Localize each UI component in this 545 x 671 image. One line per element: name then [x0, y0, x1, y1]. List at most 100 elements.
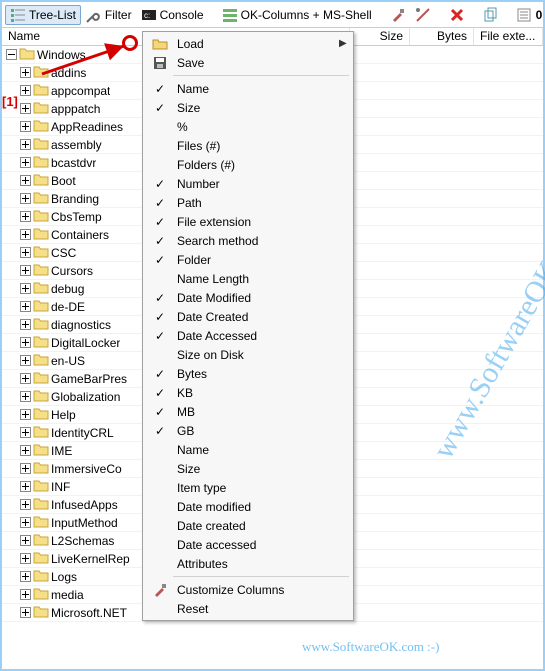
menu-item-size-on-disk[interactable]: Size on Disk [145, 345, 351, 364]
menu-item-file-extension[interactable]: ✓File extension [145, 212, 351, 231]
menu-save[interactable]: Save [145, 53, 351, 72]
menu-item-files-[interactable]: Files (#) [145, 136, 351, 155]
menu-item-date-created[interactable]: ✓Date Created [145, 307, 351, 326]
expand-icon[interactable] [20, 193, 31, 204]
menu-item-date-accessed[interactable]: ✓Date Accessed [145, 326, 351, 345]
expand-icon[interactable] [20, 67, 31, 78]
folder-icon [33, 604, 49, 621]
expand-icon[interactable] [20, 373, 31, 384]
menu-item-label: Attributes [177, 557, 333, 571]
expand-icon[interactable] [20, 175, 31, 186]
menu-item-label: GB [177, 424, 333, 438]
menu-item-name[interactable]: Name [145, 440, 351, 459]
console-icon: c: [141, 7, 157, 23]
menu-item-date-accessed[interactable]: Date accessed [145, 535, 351, 554]
menu-item-label: Date Accessed [177, 329, 333, 343]
menu-item-name[interactable]: ✓Name [145, 79, 351, 98]
column-bytes[interactable]: Bytes [410, 28, 474, 45]
menu-item-date-modified[interactable]: Date modified [145, 497, 351, 516]
tool-button-1[interactable] [386, 5, 410, 25]
ok-columns-button[interactable]: OK-Columns + MS-Shell [218, 5, 376, 25]
menu-load[interactable]: Load ▶ [145, 34, 351, 53]
menu-reset[interactable]: Reset [145, 599, 351, 618]
expand-icon[interactable] [20, 247, 31, 258]
folder-label: INF [51, 480, 70, 494]
menu-item-path[interactable]: ✓Path [145, 193, 351, 212]
menu-separator [173, 75, 349, 76]
counter-button[interactable]: 0 [513, 5, 545, 25]
menu-item-size[interactable]: Size [145, 459, 351, 478]
ok-columns-label: OK-Columns + MS-Shell [241, 8, 372, 22]
expand-icon[interactable] [20, 211, 31, 222]
menu-item-label: Date modified [177, 500, 333, 514]
expand-icon[interactable] [20, 535, 31, 546]
expand-icon[interactable] [20, 391, 31, 402]
folder-label: media [51, 588, 84, 602]
copy-button[interactable] [479, 5, 503, 25]
expand-icon[interactable] [20, 499, 31, 510]
expand-icon[interactable] [20, 355, 31, 366]
menu-item-name-length[interactable]: Name Length [145, 269, 351, 288]
menu-item-bytes[interactable]: ✓Bytes [145, 364, 351, 383]
folder-icon [33, 496, 49, 513]
expand-icon[interactable] [20, 85, 31, 96]
x-icon [449, 7, 465, 23]
expand-icon[interactable] [20, 589, 31, 600]
folder-label: CSC [51, 246, 76, 260]
expand-icon[interactable] [20, 157, 31, 168]
expand-icon[interactable] [20, 553, 31, 564]
menu-item-mb[interactable]: ✓MB [145, 402, 351, 421]
expand-icon[interactable] [20, 139, 31, 150]
expand-icon[interactable] [20, 265, 31, 276]
menu-item-gb[interactable]: ✓GB [145, 421, 351, 440]
expand-icon[interactable] [20, 319, 31, 330]
expand-icon[interactable] [20, 517, 31, 528]
column-size[interactable]: Size [350, 28, 410, 45]
menu-item-date-created[interactable]: Date created [145, 516, 351, 535]
expand-icon[interactable] [20, 301, 31, 312]
filter-label: Filter [105, 8, 132, 22]
expand-icon[interactable] [20, 607, 31, 618]
menu-item-size[interactable]: ✓Size [145, 98, 351, 117]
expand-icon[interactable] [20, 229, 31, 240]
menu-save-label: Save [177, 56, 333, 70]
menu-item-label: MB [177, 405, 333, 419]
folder-icon [33, 316, 49, 333]
menu-customize-columns[interactable]: Customize Columns [145, 580, 351, 599]
menu-item-date-modified[interactable]: ✓Date Modified [145, 288, 351, 307]
menu-item-search-method[interactable]: ✓Search method [145, 231, 351, 250]
filter-button[interactable]: Filter [82, 5, 136, 25]
menu-item-attributes[interactable]: Attributes [145, 554, 351, 573]
tool-button-2[interactable] [411, 5, 435, 25]
expand-icon[interactable] [20, 121, 31, 132]
expand-icon[interactable] [20, 103, 31, 114]
menu-item-label: Folders (#) [177, 158, 333, 172]
expand-icon[interactable] [20, 409, 31, 420]
menu-item-item-type[interactable]: Item type [145, 478, 351, 497]
menu-item-folder[interactable]: ✓Folder [145, 250, 351, 269]
menu-item-folders-[interactable]: Folders (#) [145, 155, 351, 174]
hammer-icon [390, 7, 406, 23]
folder-icon [33, 298, 49, 315]
column-file-ext[interactable]: File exte... [474, 28, 543, 45]
expand-icon[interactable] [20, 337, 31, 348]
menu-item-number[interactable]: ✓Number [145, 174, 351, 193]
folder-label: InputMethod [51, 516, 118, 530]
expand-icon[interactable] [20, 463, 31, 474]
expand-icon[interactable] [20, 283, 31, 294]
expand-icon[interactable] [20, 427, 31, 438]
check-icon: ✓ [149, 386, 171, 400]
menu-item-kb[interactable]: ✓KB [145, 383, 351, 402]
expand-icon[interactable] [20, 571, 31, 582]
folder-label: InfusedApps [51, 498, 118, 512]
check-icon: ✓ [149, 215, 171, 229]
expand-icon[interactable] [20, 481, 31, 492]
folder-label: L2Schemas [51, 534, 114, 548]
expand-icon[interactable] [20, 445, 31, 456]
delete-button[interactable] [445, 5, 469, 25]
expand-icon[interactable] [6, 49, 17, 60]
tree-list-button[interactable]: Tree-List [5, 5, 81, 25]
menu-item--[interactable]: % [145, 117, 351, 136]
console-button[interactable]: c: Console [137, 5, 208, 25]
folder-icon [33, 208, 49, 225]
